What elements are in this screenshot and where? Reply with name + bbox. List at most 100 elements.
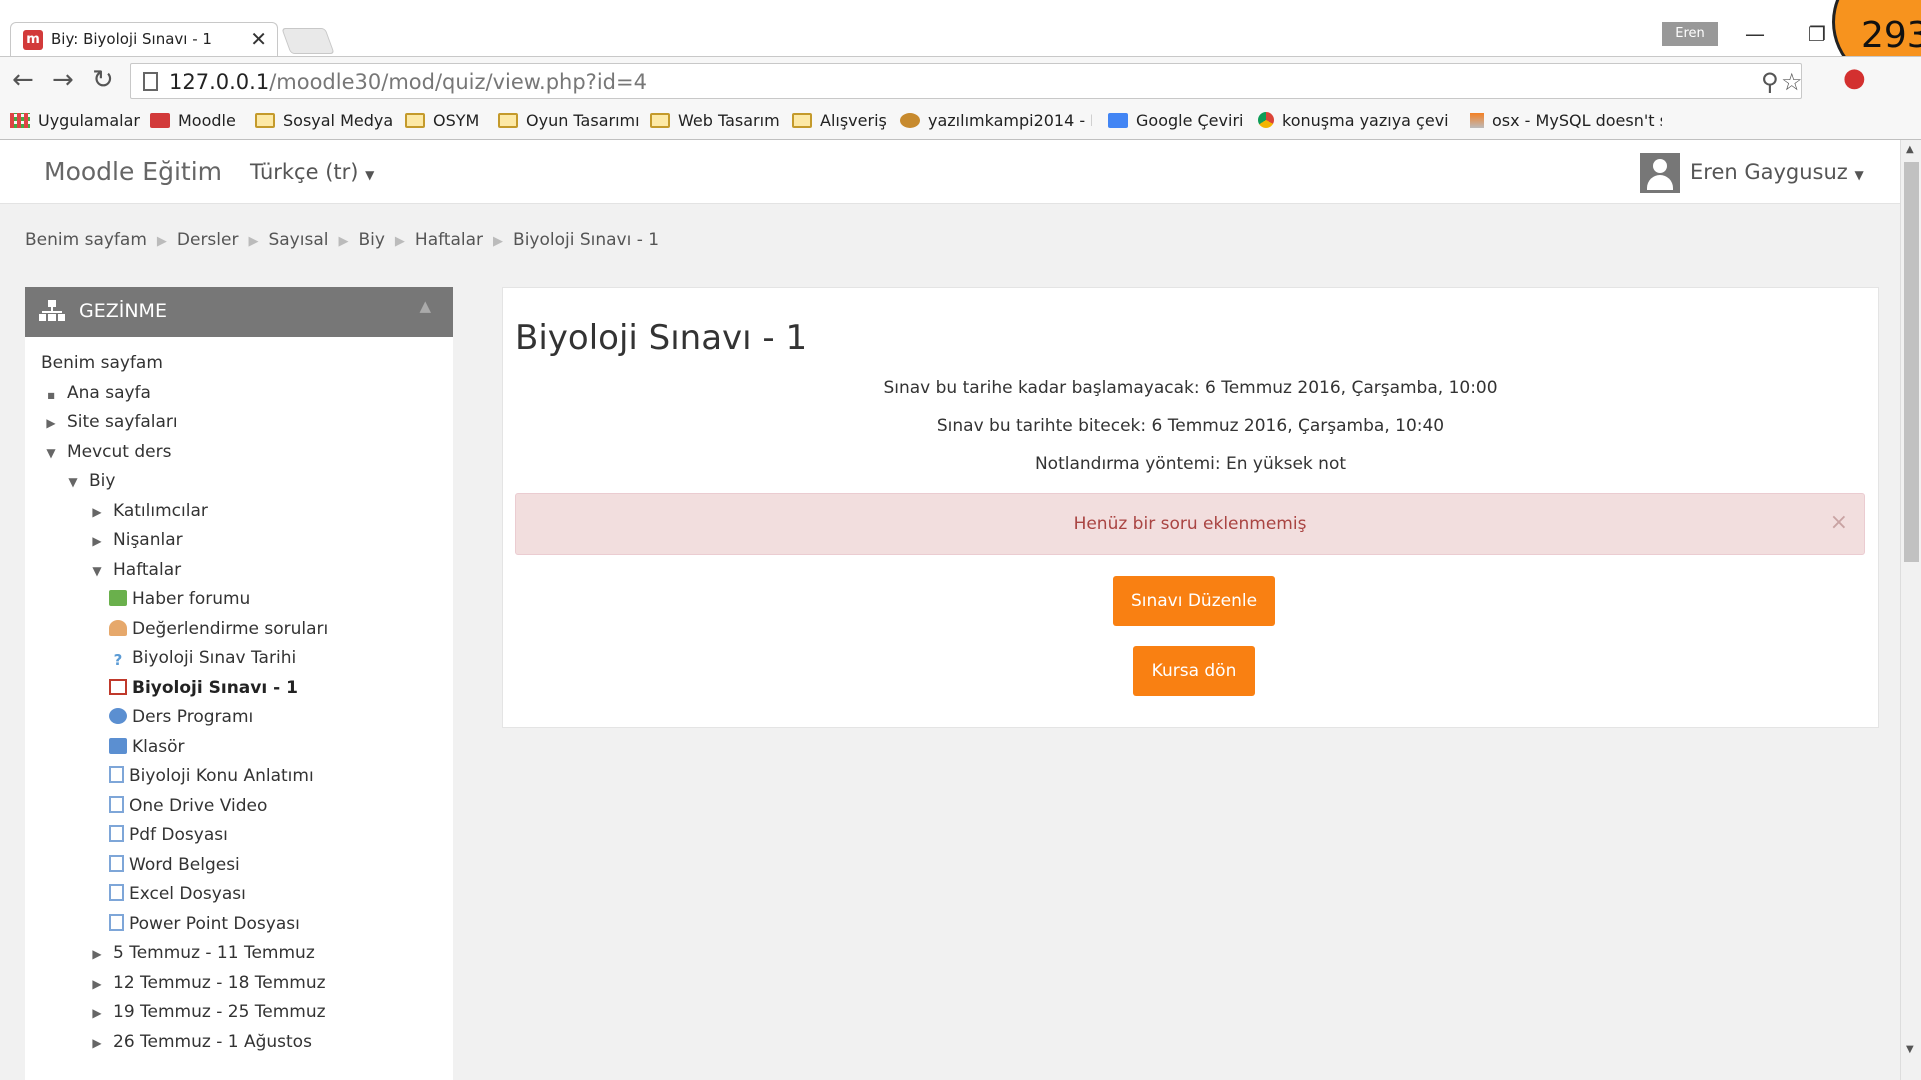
nav-tree-label: 26 Temmuz - 1 Ağustos — [113, 1031, 312, 1052]
nav-tree-item[interactable]: Power Point Dosyası — [25, 913, 453, 944]
nav-tree-label: Haftalar — [113, 559, 182, 580]
breadcrumb-item[interactable]: Dersler — [177, 230, 239, 250]
bookmark-item[interactable]: Uygulamalar — [10, 111, 140, 130]
expand-arrow-icon[interactable]: ▶ — [87, 534, 107, 548]
browser-tab[interactable]: m Biy: Biyoloji Sınavı - 1 ✕ — [10, 22, 278, 56]
breadcrumb-separator-icon: ▶ — [493, 234, 504, 249]
bookmark-item[interactable]: osx - MySQL doesn't s — [1470, 111, 1662, 130]
expand-arrow-icon[interactable]: ▶ — [87, 977, 107, 991]
site-brand[interactable]: Moodle Eğitim — [44, 157, 222, 186]
collapse-arrow-icon[interactable]: ▼ — [87, 564, 107, 578]
bookmark-item[interactable]: OSYM — [405, 111, 479, 130]
forward-arrow-icon[interactable]: → — [52, 65, 74, 95]
nav-tree-item[interactable]: Excel Dosyası — [25, 884, 453, 914]
back-to-course-button[interactable]: Kursa dön — [1133, 646, 1255, 696]
collapse-arrow-icon[interactable]: ▼ — [41, 446, 61, 460]
scroll-up-icon[interactable]: ▲ — [1906, 144, 1914, 155]
nav-tree-item[interactable]: Biyoloji Sınavı - 1 — [25, 678, 453, 708]
nav-tree-item[interactable]: Ders Programı — [25, 707, 453, 737]
nav-tree-item[interactable]: ▼ Biy — [25, 471, 453, 501]
page-icon — [109, 854, 124, 872]
nav-tree-item[interactable]: Pdf Dosyası — [25, 825, 453, 855]
nav-tree-item[interactable]: ▶ Site sayfaları — [25, 412, 453, 442]
tab-close-icon[interactable]: ✕ — [250, 27, 267, 51]
nav-tree-item[interactable]: ? Biyoloji Sınav Tarihi — [25, 648, 453, 678]
nav-tree-label: Haber forumu — [132, 589, 251, 609]
user-menu[interactable]: Eren Gaygusuz ▼ — [1640, 153, 1864, 193]
nav-tree-item[interactable]: Benim sayfam — [25, 353, 453, 383]
star-icon[interactable]: ☆ — [1781, 68, 1803, 96]
google-translate-icon — [1108, 113, 1128, 128]
bookmark-item[interactable]: Sosyal Medya — [255, 111, 393, 130]
profile-button[interactable]: Eren — [1662, 22, 1718, 46]
nav-tree-item[interactable]: ▶ 26 Temmuz - 1 Ağustos — [25, 1032, 453, 1062]
expand-arrow-icon[interactable]: ▶ — [87, 1036, 107, 1050]
bullet-icon: ■ — [47, 390, 55, 400]
bookmark-item[interactable]: konuşma yazıya çevir — [1258, 111, 1450, 130]
opera-extension-icon[interactable]: ● — [1843, 63, 1866, 93]
breadcrumb-item[interactable]: Biy — [358, 230, 384, 250]
url-host: 127.0.0.1 — [169, 70, 270, 94]
nav-tree-item[interactable]: ▶ 5 Temmuz - 11 Temmuz — [25, 943, 453, 973]
bookmark-item[interactable]: Web Tasarım — [650, 111, 780, 130]
caret-down-icon: ▼ — [365, 168, 375, 182]
page-icon — [143, 72, 158, 91]
nav-tree-item[interactable]: ■ Ana sayfa — [25, 383, 453, 413]
bookmark-item[interactable]: Moodle — [150, 111, 236, 130]
breadcrumb-item[interactable]: Haftalar — [415, 230, 483, 250]
bookmark-item[interactable]: Oyun Tasarımı — [498, 111, 640, 130]
nav-tree-item[interactable]: One Drive Video — [25, 795, 453, 826]
bookmark-item[interactable]: Google Çeviri — [1108, 111, 1243, 130]
page-scrollbar[interactable]: ▲ ▼ — [1900, 140, 1921, 1080]
expand-arrow-icon[interactable]: ▶ — [41, 416, 61, 430]
nav-tree-item[interactable]: Değerlendirme soruları — [25, 619, 453, 649]
nav-tree-item[interactable]: ▶ Nişanlar — [25, 530, 453, 560]
expand-arrow-icon[interactable]: ▶ — [87, 1006, 107, 1020]
expand-arrow-icon[interactable]: ▶ — [87, 505, 107, 519]
url-input[interactable]: 127.0.0.1/moodle30/mod/quiz/view.php?id=… — [130, 63, 1803, 99]
edit-quiz-button[interactable]: Sınavı Düzenle — [1113, 576, 1275, 626]
new-tab-button[interactable] — [281, 28, 335, 54]
restore-icon[interactable]: ❐ — [1808, 22, 1826, 46]
nav-tree-item[interactable]: Biyoloji Konu Anlatımı — [25, 766, 453, 796]
nav-tree-item[interactable]: ▼ Haftalar — [25, 560, 453, 590]
browser-tab-bar: m Biy: Biyoloji Sınavı - 1 ✕ Eren — ❐ 29… — [0, 0, 1921, 90]
nav-tree-item[interactable]: Haber forumu — [25, 589, 453, 619]
moodle-navbar: Moodle Eğitim Türkçe (tr) ▼ Eren Gaygusu… — [0, 140, 1900, 204]
language-menu[interactable]: Türkçe (tr) ▼ — [250, 160, 374, 184]
tab-title: Biy: Biyoloji Sınavı - 1 — [51, 30, 212, 48]
expand-arrow-icon[interactable]: ▶ — [87, 947, 107, 961]
nav-tree-label: 5 Temmuz - 11 Temmuz — [113, 943, 315, 963]
nav-tree-item[interactable]: ▼ Mevcut ders — [25, 442, 453, 472]
bookmark-item[interactable]: Alışveriş — [792, 111, 887, 130]
back-arrow-icon[interactable]: ← — [12, 65, 34, 95]
zoom-icon[interactable]: ⚲ — [1761, 68, 1779, 96]
breadcrumb-item[interactable]: Benim sayfam — [25, 230, 147, 250]
minimize-icon[interactable]: — — [1745, 22, 1765, 46]
apps-icon — [10, 113, 30, 128]
nav-tree-label: One Drive Video — [129, 795, 268, 816]
bookmark-item[interactable]: yazılımkampi2014 - Pı — [900, 111, 1092, 130]
close-icon[interactable]: × — [1830, 494, 1848, 552]
scrollbar-thumb[interactable] — [1904, 162, 1919, 562]
collapse-arrow-icon[interactable]: ▼ — [63, 475, 83, 489]
folder-icon — [792, 113, 812, 128]
no-questions-alert: Henüz bir soru eklenmemiş × — [515, 493, 1865, 555]
breadcrumb-item[interactable]: Sayısal — [268, 230, 328, 250]
reload-icon[interactable]: ↻ — [92, 65, 114, 95]
nav-tree-item[interactable]: ▶ 12 Temmuz - 18 Temmuz — [25, 973, 453, 1003]
nav-tree-item[interactable]: Word Belgesi — [25, 854, 453, 885]
nav-tree-item[interactable]: ▶ 19 Temmuz - 25 Temmuz — [25, 1002, 453, 1032]
breadcrumb-item[interactable]: Biyoloji Sınavı - 1 — [513, 230, 659, 250]
collapse-block-icon[interactable]: ▲ — [419, 297, 431, 315]
url-text: 127.0.0.1/moodle30/mod/quiz/view.php?id=… — [169, 70, 647, 94]
page-icon — [109, 825, 124, 842]
nav-tree-item[interactable]: ▶ Katılımcılar — [25, 501, 453, 531]
scroll-down-icon[interactable]: ▼ — [1906, 1044, 1914, 1055]
user-name: Eren Gaygusuz — [1690, 160, 1848, 184]
corner-badge-number: 293 — [1861, 15, 1921, 56]
folder-icon — [405, 113, 425, 128]
folder-icon — [255, 113, 275, 128]
nav-tree-item[interactable]: Klasör — [25, 737, 453, 767]
nav-tree-label: Pdf Dosyası — [129, 825, 228, 845]
